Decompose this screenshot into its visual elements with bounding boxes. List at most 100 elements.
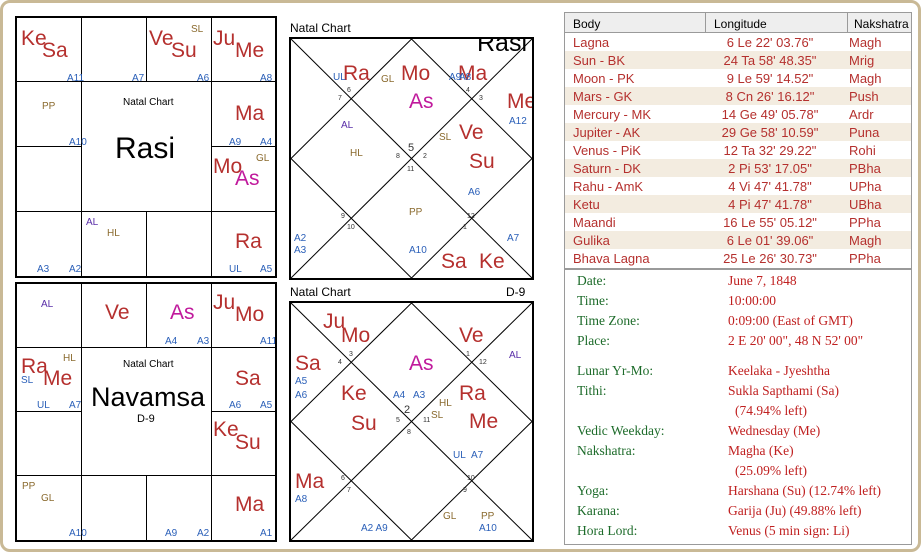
yoga-label: Yoga: — [577, 483, 609, 498]
house-number: A11 — [260, 336, 277, 347]
longitude-cell: 2 Pi 53' 17.05" — [728, 161, 812, 176]
rasi-south-chart[interactable]: Ke Sa A11 A7 Ve Su SL A6 Ju Me A8 PP A10… — [15, 16, 277, 278]
chart-name: Rasi — [477, 37, 528, 57]
chart-sub: D-9 — [137, 413, 155, 425]
planet-su: Su — [171, 39, 197, 62]
label-sl: SL — [191, 24, 204, 35]
house-number: A6 — [229, 400, 242, 411]
table-row[interactable]: Bhava Lagna 25 Le 26' 30.73" PPha — [565, 249, 911, 267]
lunar-label: Lunar Yr-Mo: — [577, 363, 654, 378]
karana-label: Karana: — [577, 503, 620, 518]
sign-number: 9 — [341, 213, 345, 220]
house-number: A6 — [197, 73, 210, 84]
label-sl: SL — [439, 132, 452, 143]
sign-number: 3 — [349, 351, 353, 358]
nakshatra-cell: PPha — [849, 251, 881, 266]
table-row[interactable]: Lagna 6 Le 22' 03.76" Magh — [565, 33, 911, 51]
planet-me: Me — [235, 39, 265, 62]
table-row[interactable]: Ketu 4 Pi 47' 41.78" UBha — [565, 195, 911, 213]
body-cell: Mars - GK — [573, 89, 633, 104]
sign-number: 8 — [407, 429, 411, 436]
body-cell: Maandi — [573, 215, 616, 230]
label-gl: GL — [41, 493, 55, 504]
planet-mo: Mo — [401, 62, 431, 85]
table-row[interactable]: Mercury - MK 14 Ge 49' 05.78" Ardr — [565, 105, 911, 123]
table-row[interactable]: Venus - PiK 12 Ta 32' 29.22" Rohi — [565, 141, 911, 159]
house-number: A4 — [393, 390, 406, 401]
house-number: A10 — [479, 523, 497, 534]
house-number: A2 — [197, 528, 210, 539]
house-number: A8 — [295, 494, 308, 505]
sign-number: 12 — [479, 359, 487, 366]
nakshatra-cell: Puna — [849, 125, 880, 140]
rasi-north-chart[interactable]: Ra Mo Ma As Ve Su Me Sa Ke Rasi UL GL A9… — [289, 37, 534, 280]
label-al: AL — [41, 299, 54, 310]
planet-mo: Mo — [341, 324, 371, 347]
table-row[interactable]: Gulika 6 Le 01' 39.06" Magh — [565, 231, 911, 249]
body-cell: Sun - BK — [573, 53, 626, 68]
body-cell: Jupiter - AK — [573, 125, 641, 140]
tithi-left: (74.94% left) — [735, 403, 807, 418]
lunar-value: Keelaka - Jyeshtha — [728, 363, 830, 378]
nakshatra-cell: UBha — [849, 197, 882, 212]
navamsa-north-name: D-9 — [506, 285, 526, 299]
planet-sa: Sa — [42, 39, 68, 62]
house-number: A1 — [260, 528, 273, 539]
table-row[interactable]: Jupiter - AK 29 Ge 58' 10.59" Puna — [565, 123, 911, 141]
sign-number: 2 — [404, 404, 411, 416]
longitude-cell: 16 Le 55' 05.12" — [723, 215, 817, 230]
sign-number: 6 — [347, 87, 351, 94]
sign-number: 6 — [341, 475, 345, 482]
house-number: A7 — [132, 73, 145, 84]
nakshatra-cell: Magh — [849, 233, 882, 248]
nakshatra-cell: Mrig — [849, 53, 875, 68]
sign-number: 10 — [347, 224, 355, 231]
body-cell: Bhava Lagna — [573, 251, 650, 266]
body-cell: Ketu — [573, 197, 600, 212]
nakshatra-cell: Rohi — [849, 143, 876, 158]
nakshatra-cell: UPha — [849, 179, 882, 194]
column-header-longitude[interactable]: Longitude — [714, 17, 767, 31]
body-cell: Venus - PiK — [573, 143, 641, 158]
table-row[interactable]: Rahu - AmK 4 Vi 47' 41.78" UPha — [565, 177, 911, 195]
planet-ma: Ma — [235, 102, 265, 125]
label-sl: SL — [21, 375, 34, 386]
planet-ju: Ju — [213, 291, 236, 314]
time-value: 10:00:00 — [728, 293, 777, 308]
house-number: A12 — [509, 116, 527, 127]
navamsa-north-chart[interactable]: Ju Mo Ve Sa As Ke Su Ra Me Ma A5 A6 AL A… — [289, 301, 534, 542]
table-row[interactable]: Mars - GK 8 Cn 26' 16.12" Push — [565, 87, 911, 105]
table-row[interactable]: Maandi 16 Le 55' 05.12" PPha — [565, 213, 911, 231]
sign-number: 5 — [396, 417, 400, 424]
planet-ra: Ra — [459, 382, 486, 405]
longitude-cell: 12 Ta 32' 29.22" — [723, 143, 817, 158]
column-header-body[interactable]: Body — [573, 17, 600, 31]
time-label: Time: — [577, 293, 609, 308]
tithi-label: Tithi: — [577, 383, 607, 398]
longitude-cell: 25 Le 26' 30.73" — [723, 251, 817, 266]
table-row[interactable]: Saturn - DK 2 Pi 53' 17.05" PBha — [565, 159, 911, 177]
label-al: AL — [86, 217, 99, 228]
planet-su: Su — [351, 412, 377, 435]
longitude-cell: 9 Le 59' 14.52" — [726, 71, 814, 86]
sign-number: 8 — [396, 153, 400, 160]
timezone-value: 0:09:00 (East of GMT) — [728, 313, 853, 328]
planet-me: Me — [507, 90, 534, 113]
table-row[interactable]: Sun - BK 24 Ta 58' 48.35" Mrig — [565, 51, 911, 69]
house-number: A7 — [69, 400, 82, 411]
app-frame: Ke Sa A11 A7 Ve Su SL A6 Ju Me A8 PP A10… — [0, 0, 921, 552]
hora-value: Venus (5 min sign: Li) — [728, 523, 850, 538]
label-gl: GL — [443, 511, 457, 522]
label-hl: HL — [439, 398, 452, 409]
house-number: A10 — [409, 245, 427, 256]
house-number: A2 — [69, 264, 82, 275]
planet-table[interactable]: Body Longitude Nakshatra Lagna 6 Le 22' 0… — [564, 12, 912, 269]
nakshatra-cell: Magh — [849, 71, 882, 86]
navamsa-south-chart[interactable]: AL Ve As A4 Ju Mo A3 A11 Ra Me HL SL UL … — [15, 282, 277, 542]
sign-number: 7 — [347, 487, 351, 494]
place-label: Place: — [577, 333, 610, 348]
nakshatra-label: Nakshatra: — [577, 443, 636, 458]
column-header-nakshatra[interactable]: Nakshatra — [854, 17, 909, 31]
table-row[interactable]: Moon - PK 9 Le 59' 14.52" Magh — [565, 69, 911, 87]
body-cell: Rahu - AmK — [573, 179, 644, 194]
